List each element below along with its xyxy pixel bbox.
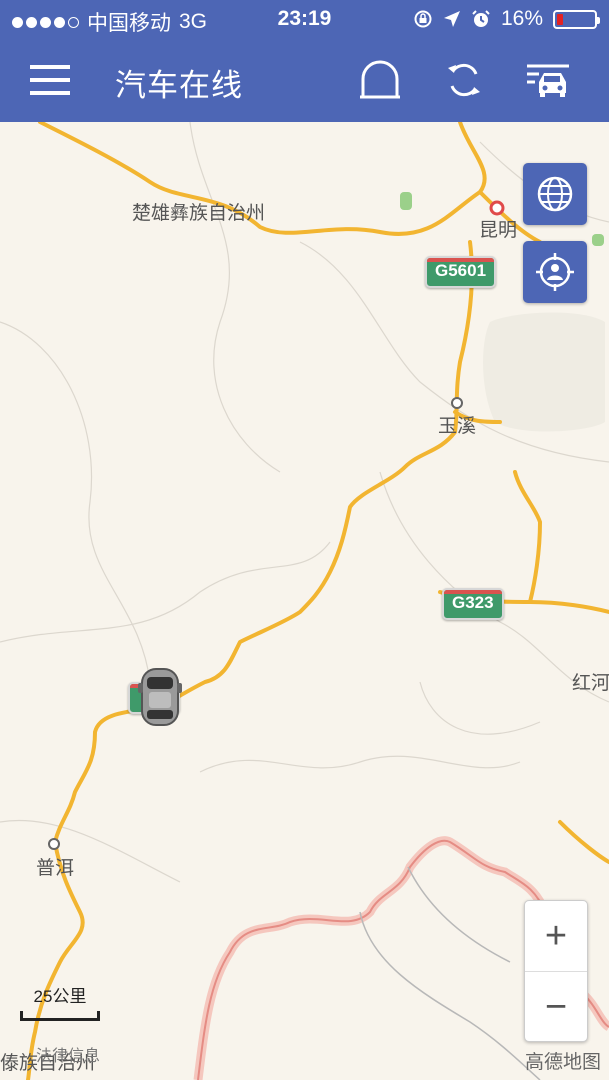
map-layer-button[interactable] [523, 163, 587, 225]
place-label-puer: 普洱 [36, 858, 75, 879]
legal-info-link[interactable]: 法律信息 [36, 1042, 100, 1066]
zoom-out-button[interactable]: − [525, 971, 587, 1042]
menu-button[interactable] [22, 52, 78, 108]
alarm-icon [472, 10, 490, 27]
place-label-chuxiong: 楚雄彝族自治州 [132, 203, 266, 224]
map-provider-logo: 高德地图 [524, 1052, 601, 1073]
yuxi-marker [451, 397, 463, 409]
refresh-button[interactable] [436, 52, 492, 108]
road-shield-g5601: G5601 [425, 256, 497, 288]
menu-icon [30, 65, 70, 95]
refresh-icon [448, 63, 480, 97]
place-label-honghe: 红河 [572, 673, 609, 694]
app-title: 汽车在线 [115, 68, 243, 103]
scale-line [20, 1011, 100, 1021]
locate-person-icon [536, 253, 574, 291]
status-right: 16% [413, 7, 600, 31]
place-label-yuxi: 玉溪 [438, 416, 477, 437]
scale-label: 25公里 [33, 987, 87, 1006]
traffic-car-icon [527, 64, 569, 97]
place-label-kunming: 昆明 [479, 220, 518, 241]
globe-icon [537, 176, 573, 212]
battery-icon [553, 9, 600, 29]
scale-bar: 25公里 [20, 982, 100, 1021]
map-base-layer [0, 122, 609, 1080]
tunnel-icon [360, 60, 400, 99]
orientation-lock-icon [414, 10, 432, 28]
location-arrow-icon [443, 11, 460, 27]
vehicle-marker-icon[interactable] [138, 665, 182, 729]
locate-me-button[interactable] [523, 241, 587, 303]
zoom-in-button[interactable]: + [525, 901, 587, 971]
status-bar: 中国移动 3G 23:19 16% [0, 0, 609, 38]
kunming-marker [489, 200, 505, 216]
tunnel-button[interactable] [352, 52, 408, 108]
battery-percent: 16% [500, 7, 543, 30]
road-shield-g323: G323 [442, 588, 504, 620]
app-header: 汽车在线 [0, 38, 609, 122]
map-view[interactable]: 楚雄彝族自治州 昆明 玉溪 普洱 红河 傣族自治州 法律信息 G5601 G32… [0, 122, 609, 1080]
traffic-button[interactable] [520, 52, 576, 108]
zoom-control: + − [524, 900, 588, 1042]
puer-marker [48, 838, 60, 850]
lake [483, 312, 605, 432]
